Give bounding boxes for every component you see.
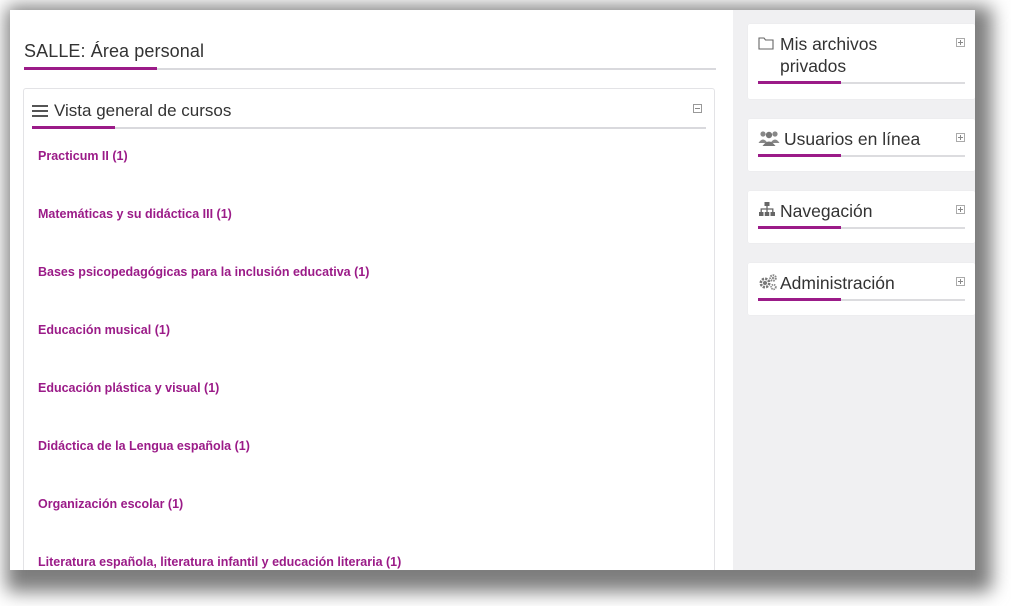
expand-icon[interactable] <box>956 205 965 214</box>
online-users-block: Usuarios en línea <box>748 119 975 171</box>
collapse-icon[interactable] <box>693 104 702 113</box>
main-region: SALLE: Área personal Vista general de cu… <box>10 10 733 570</box>
administration-title[interactable]: Administración <box>780 272 895 294</box>
course-link[interactable]: Bases psicopedagógicas para la inclusión… <box>38 257 401 315</box>
private-files-block: Mis archivos privados <box>748 24 975 99</box>
private-files-title[interactable]: Mis archivos privados <box>780 33 930 77</box>
course-link[interactable]: Literatura española, literatura infantil… <box>38 547 401 570</box>
course-overview-title: Vista general de cursos <box>54 101 232 120</box>
course-link[interactable]: Didáctica de la Lengua española (1) <box>38 431 401 489</box>
course-overview-block: Vista general de cursos Practicum II (1)… <box>23 88 715 570</box>
administration-underline <box>758 298 965 302</box>
sitemap-icon <box>758 201 776 219</box>
navigation-title[interactable]: Navegación <box>780 200 872 222</box>
private-files-underline <box>758 81 965 85</box>
app-window: SALLE: Área personal Vista general de cu… <box>10 10 975 570</box>
users-icon <box>758 129 780 147</box>
navigation-underline <box>758 226 965 230</box>
sidebar: Mis archivos privados Usuarios en línea … <box>748 24 975 315</box>
course-link[interactable]: Practicum II (1) <box>38 141 401 199</box>
online-users-underline <box>758 154 965 158</box>
expand-icon[interactable] <box>956 277 965 286</box>
course-link[interactable]: Educación musical (1) <box>38 315 401 373</box>
course-list: Practicum II (1) Matemáticas y su didáct… <box>38 141 401 570</box>
administration-block: Administración <box>748 263 975 315</box>
page-title-underline <box>24 67 716 71</box>
course-overview-header: Vista general de cursos <box>32 101 706 130</box>
folder-icon <box>758 34 776 52</box>
page-header: SALLE: Área personal <box>24 40 716 71</box>
hamburger-icon <box>32 105 48 117</box>
course-link[interactable]: Matemáticas y su didáctica III (1) <box>38 199 401 257</box>
navigation-block: Navegación <box>748 191 975 243</box>
course-link[interactable]: Organización escolar (1) <box>38 489 401 547</box>
online-users-title[interactable]: Usuarios en línea <box>784 128 920 150</box>
course-link[interactable]: Educación plástica y visual (1) <box>38 373 401 431</box>
gears-icon <box>758 273 777 291</box>
page-title: SALLE: Área personal <box>24 41 205 61</box>
course-overview-underline <box>32 126 706 130</box>
expand-icon[interactable] <box>956 133 965 142</box>
expand-icon[interactable] <box>956 38 965 47</box>
